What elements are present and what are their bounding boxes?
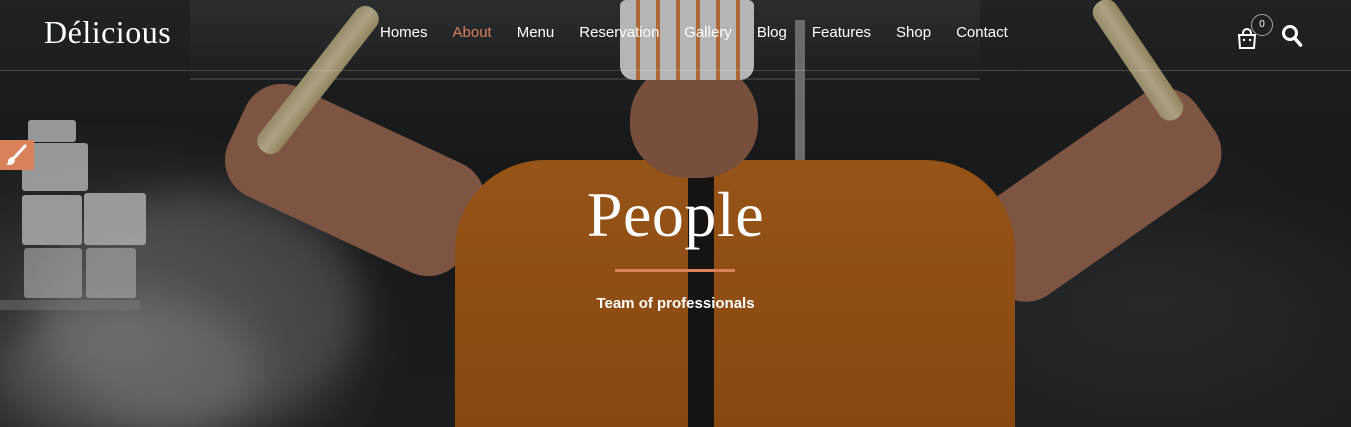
nav-item-gallery[interactable]: Gallery bbox=[674, 24, 742, 41]
search-icon[interactable] bbox=[1281, 24, 1303, 48]
nav-item-homes[interactable]: Homes bbox=[370, 24, 438, 41]
nav-item-features[interactable]: Features bbox=[802, 24, 881, 41]
main-nav: Homes About Menu Reservation Gallery Blo… bbox=[370, 24, 1023, 41]
nav-item-contact[interactable]: Contact bbox=[946, 24, 1018, 41]
style-customizer-button[interactable] bbox=[0, 140, 34, 170]
page-title: People bbox=[586, 179, 765, 250]
page-subtitle: Team of professionals bbox=[596, 295, 755, 312]
nav-item-shop[interactable]: Shop bbox=[886, 24, 941, 41]
hero-section: Délicious Homes About Menu Reservation G… bbox=[0, 0, 1351, 427]
nav-item-about[interactable]: About bbox=[443, 24, 502, 41]
site-header: Délicious Homes About Menu Reservation G… bbox=[0, 0, 1351, 71]
site-logo[interactable]: Délicious bbox=[44, 14, 171, 51]
title-divider bbox=[615, 269, 735, 272]
paint-brush-icon bbox=[6, 144, 27, 165]
nav-item-blog[interactable]: Blog bbox=[747, 24, 797, 41]
nav-item-menu[interactable]: Menu bbox=[507, 24, 565, 41]
nav-item-reservation[interactable]: Reservation bbox=[569, 24, 669, 41]
cart-count-badge[interactable]: 0 bbox=[1251, 14, 1273, 36]
